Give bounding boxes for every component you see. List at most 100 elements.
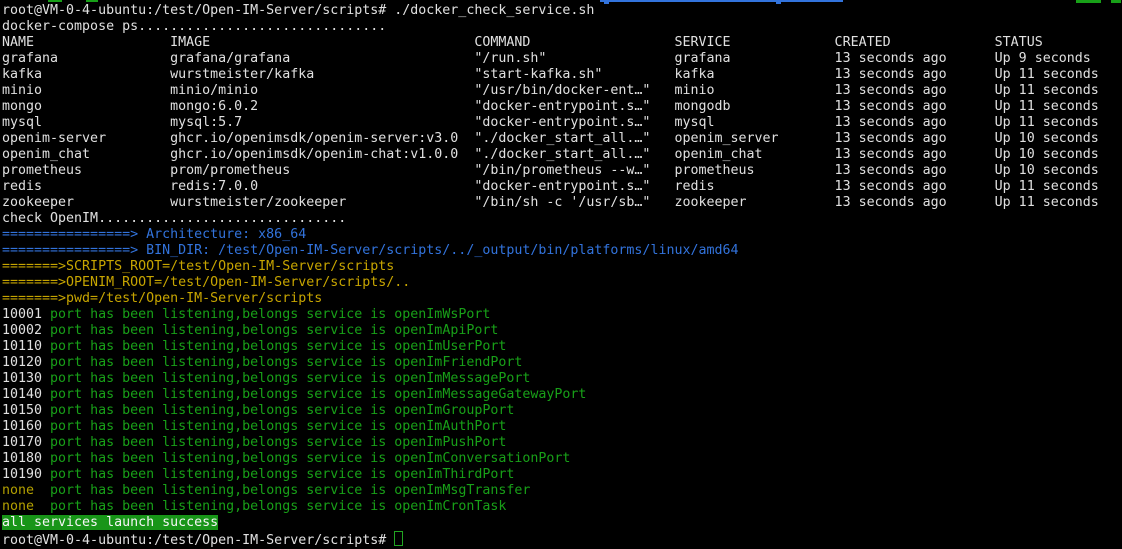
port-message: port has been listening,belongs service … xyxy=(50,371,394,386)
port-status-line: 10001 port has been listening,belongs se… xyxy=(2,307,1099,323)
final-prompt-line: root@VM-0-4-ubuntu:/test/Open-IM-Server/… xyxy=(2,531,1099,547)
check-openim-line: check OpenIM............................… xyxy=(2,211,1099,227)
port-status-line: 10160 port has been listening,belongs se… xyxy=(2,419,1099,435)
port-service-name: openImThirdPort xyxy=(394,467,514,482)
ps-row-text: openim_chat ghcr.io/openimsdk/openim-cha… xyxy=(2,147,1099,162)
port-message: port has been listening,belongs service … xyxy=(50,435,394,450)
port-message: port has been listening,belongs service … xyxy=(50,339,394,354)
port-number: 10120 xyxy=(2,355,50,370)
port-number: 10150 xyxy=(2,403,50,418)
env-var-text: =======>pwd=/test/Open-IM-Server/scripts xyxy=(2,291,322,306)
ps-row-text: zookeeper wurstmeister/zookeeper "/bin/s… xyxy=(2,195,1099,210)
ps-table-row: mysql mysql:5.7 "docker-entrypoint.s…" m… xyxy=(2,115,1099,131)
port-number: 10001 xyxy=(2,307,50,322)
env-var-line: =======>pwd=/test/Open-IM-Server/scripts xyxy=(2,291,1099,307)
ps-table-row: prometheus prom/prometheus "/bin/prometh… xyxy=(2,163,1099,179)
ps-row-text: minio minio/minio "/usr/bin/docker-ent…"… xyxy=(2,83,1099,98)
port-number: 10180 xyxy=(2,451,50,466)
env-var-line: =======>OPENIM_ROOT=/test/Open-IM-Server… xyxy=(2,275,1099,291)
port-number: none xyxy=(2,483,50,498)
env-var-line: =======>SCRIPTS_ROOT=/test/Open-IM-Serve… xyxy=(2,259,1099,275)
env-var-text: =======>SCRIPTS_ROOT=/test/Open-IM-Serve… xyxy=(2,259,394,274)
port-number: 10190 xyxy=(2,467,50,482)
port-message: port has been listening,belongs service … xyxy=(50,323,394,338)
port-number: 10160 xyxy=(2,419,50,434)
port-service-name: openImCronTask xyxy=(394,499,506,514)
compose-ps-text: docker-compose ps.......................… xyxy=(2,19,386,34)
port-service-name: openImGroupPort xyxy=(394,403,514,418)
ps-row-text: mongo mongo:6.0.2 "docker-entrypoint.s…"… xyxy=(2,99,1099,114)
port-status-line: none port has been listening,belongs ser… xyxy=(2,499,1099,515)
previous-line-fragment xyxy=(600,0,843,2)
port-status-line: 10110 port has been listening,belongs se… xyxy=(2,339,1099,355)
port-service-name: openImWsPort xyxy=(394,307,490,322)
terminal-cursor xyxy=(394,531,403,546)
port-status-line: 10180 port has been listening,belongs se… xyxy=(2,451,1099,467)
port-service-name: openImApiPort xyxy=(394,323,498,338)
port-message: port has been listening,belongs service … xyxy=(50,403,394,418)
ps-row-text: kafka wurstmeister/kafka "start-kafka.sh… xyxy=(2,67,1099,82)
ps-table-row: openim_chat ghcr.io/openimsdk/openim-cha… xyxy=(2,147,1099,163)
port-service-name: openImUserPort xyxy=(394,339,506,354)
port-service-name: openImAuthPort xyxy=(394,419,506,434)
bin-dir-line: ================> BIN_DIR: /test/Open-IM… xyxy=(2,243,1099,259)
ps-table-row: kafka wurstmeister/kafka "start-kafka.sh… xyxy=(2,67,1099,83)
port-status-line: 10130 port has been listening,belongs se… xyxy=(2,371,1099,387)
port-message: port has been listening,belongs service … xyxy=(50,355,394,370)
ps-row-text: prometheus prom/prometheus "/bin/prometh… xyxy=(2,163,1099,178)
port-status-line: 10120 port has been listening,belongs se… xyxy=(2,355,1099,371)
port-message: port has been listening,belongs service … xyxy=(50,467,394,482)
ps-table-row: mongo mongo:6.0.2 "docker-entrypoint.s…"… xyxy=(2,99,1099,115)
port-message: port has been listening,belongs service … xyxy=(50,419,394,434)
ps-table-row: redis redis:7.0.0 "docker-entrypoint.s…"… xyxy=(2,179,1099,195)
port-service-name: openImMessageGatewayPort xyxy=(394,387,586,402)
port-status-line: 10150 port has been listening,belongs se… xyxy=(2,403,1099,419)
port-message: port has been listening,belongs service … xyxy=(50,307,394,322)
port-service-name: openImFriendPort xyxy=(394,355,522,370)
port-service-name: openImPushPort xyxy=(394,435,506,450)
port-service-name: openImMessagePort xyxy=(394,371,530,386)
port-message: port has been listening,belongs service … xyxy=(50,499,394,514)
port-message: port has been listening,belongs service … xyxy=(50,483,394,498)
shell-prompt-and-command: root@VM-0-4-ubuntu:/test/Open-IM-Server/… xyxy=(2,3,594,18)
prompt-line: root@VM-0-4-ubuntu:/test/Open-IM-Server/… xyxy=(2,3,1099,19)
ps-row-text: openim-server ghcr.io/openimsdk/openim-s… xyxy=(2,131,1099,146)
port-service-name: openImConversationPort xyxy=(394,451,570,466)
port-status-line: 10190 port has been listening,belongs se… xyxy=(2,467,1099,483)
port-number: 10130 xyxy=(2,371,50,386)
success-message: all services launch success xyxy=(2,515,218,530)
port-status-line: 10140 port has been listening,belongs se… xyxy=(2,387,1099,403)
ps-table-row: grafana grafana/grafana "/run.sh" grafan… xyxy=(2,51,1099,67)
ps-row-text: grafana grafana/grafana "/run.sh" grafan… xyxy=(2,51,1091,66)
previous-line-fragment xyxy=(48,0,62,2)
ps-table-row: minio minio/minio "/usr/bin/docker-ent…"… xyxy=(2,83,1099,99)
port-status-line: 10002 port has been listening,belongs se… xyxy=(2,323,1099,339)
ps-table-row: zookeeper wurstmeister/zookeeper "/bin/s… xyxy=(2,195,1099,211)
port-number: 10140 xyxy=(2,387,50,402)
port-number: 10110 xyxy=(2,339,50,354)
architecture-text: ================> Architecture: x86_64 xyxy=(2,227,306,242)
previous-line-fragment xyxy=(86,0,98,2)
port-message: port has been listening,belongs service … xyxy=(50,451,394,466)
shell-prompt: root@VM-0-4-ubuntu:/test/Open-IM-Server/… xyxy=(2,533,394,548)
bin-dir-text: ================> BIN_DIR: /test/Open-IM… xyxy=(2,243,739,258)
port-number: 10170 xyxy=(2,435,50,450)
terminal-output: root@VM-0-4-ubuntu:/test/Open-IM-Server/… xyxy=(2,3,1099,547)
ps-table-row: openim-server ghcr.io/openimsdk/openim-s… xyxy=(2,131,1099,147)
port-status-line: none port has been listening,belongs ser… xyxy=(2,483,1099,499)
port-status-line: 10170 port has been listening,belongs se… xyxy=(2,435,1099,451)
ps-row-text: mysql mysql:5.7 "docker-entrypoint.s…" m… xyxy=(2,115,1099,130)
previous-line-fragment xyxy=(1111,0,1121,3)
check-openim-text: check OpenIM............................… xyxy=(2,211,346,226)
compose-ps-line: docker-compose ps.......................… xyxy=(2,19,1099,35)
ps-row-text: redis redis:7.0.0 "docker-entrypoint.s…"… xyxy=(2,179,1099,194)
ps-header-text: NAME IMAGE COMMAND SERVICE CREATED STATU… xyxy=(2,35,1043,50)
env-var-text: =======>OPENIM_ROOT=/test/Open-IM-Server… xyxy=(2,275,410,290)
terminal-window[interactable]: root@VM-0-4-ubuntu:/test/Open-IM-Server/… xyxy=(0,0,1122,542)
port-number: none xyxy=(2,499,50,514)
success-line: all services launch success xyxy=(2,515,1099,531)
port-number: 10002 xyxy=(2,323,50,338)
architecture-line: ================> Architecture: x86_64 xyxy=(2,227,1099,243)
ps-table-header: NAME IMAGE COMMAND SERVICE CREATED STATU… xyxy=(2,35,1099,51)
port-message: port has been listening,belongs service … xyxy=(50,387,394,402)
